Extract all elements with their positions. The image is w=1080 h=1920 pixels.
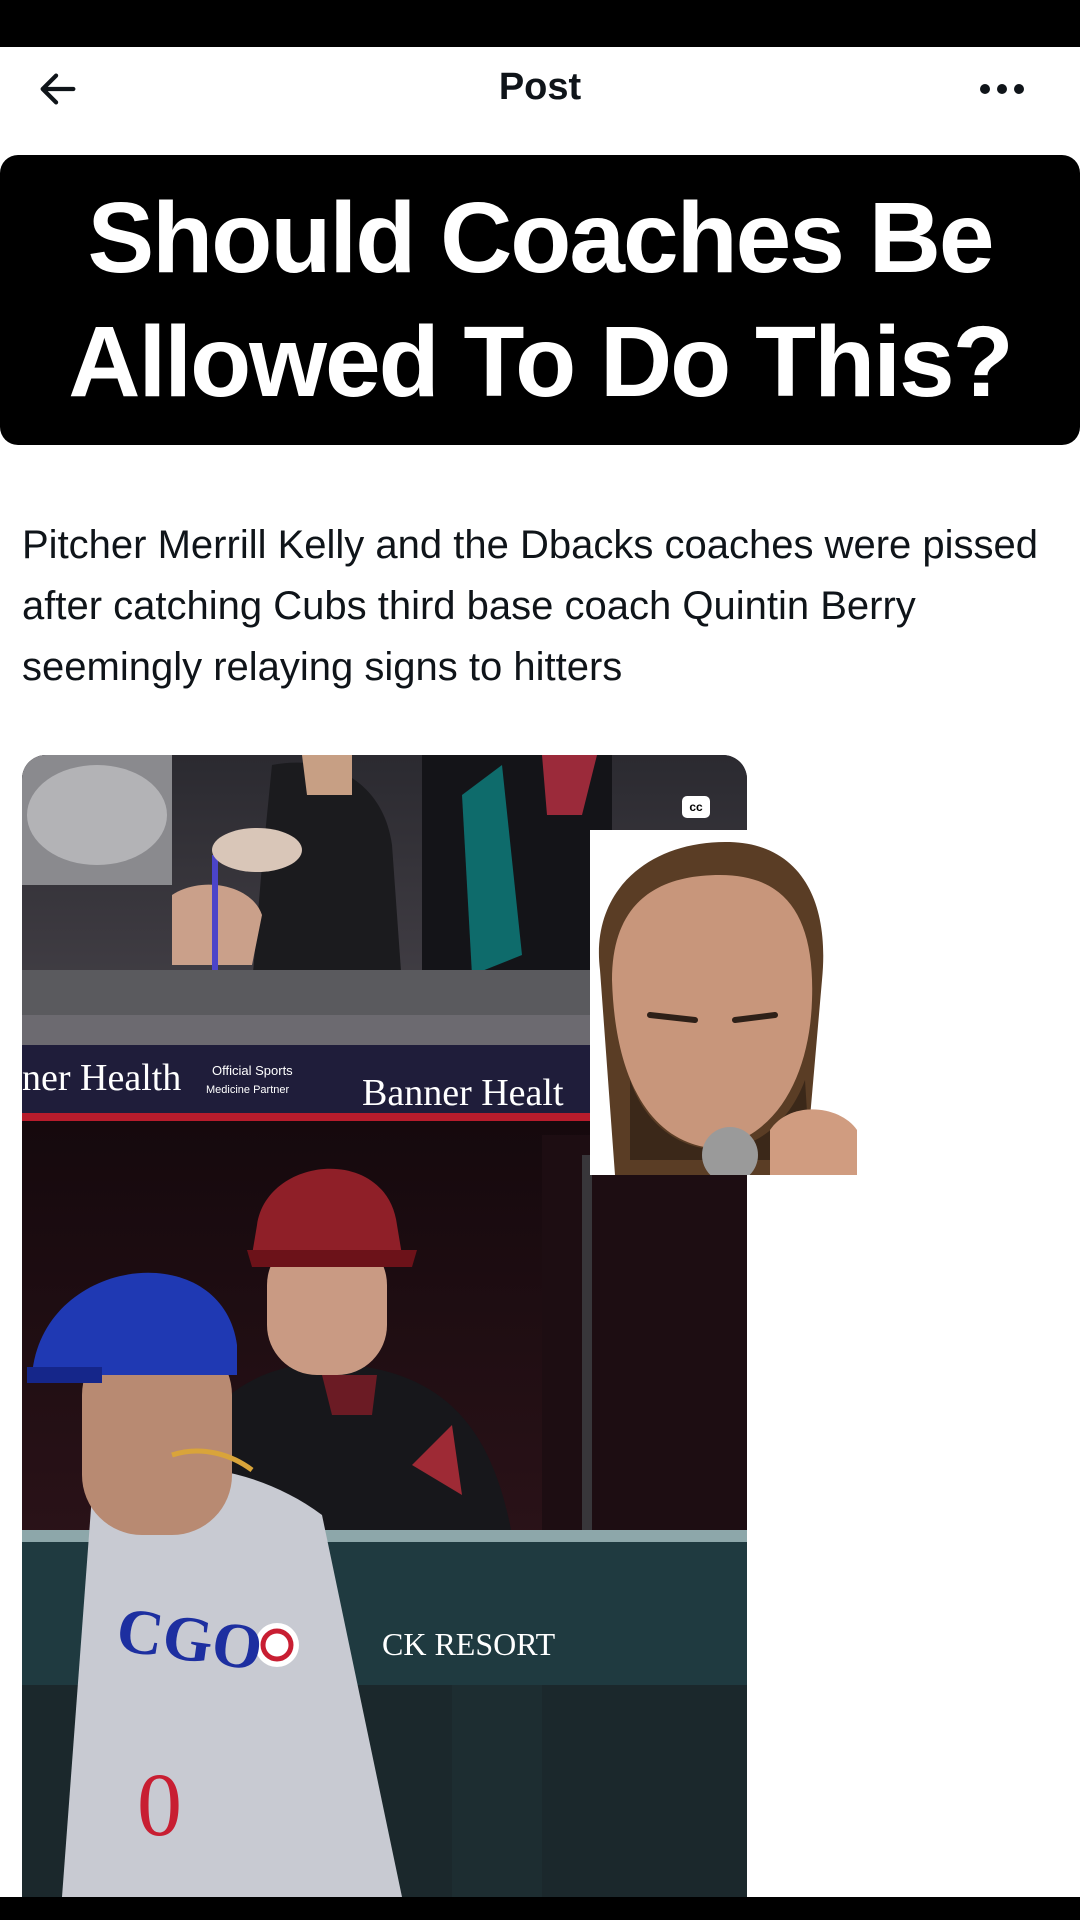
headline-line-1: Should Coaches Be [87, 182, 994, 294]
banner-text-right: Banner Healt [362, 1072, 564, 1114]
arrow-left-icon [40, 73, 76, 105]
headline-line-2: Allowed To Do This? [68, 306, 1013, 418]
post-text: Pitcher Merrill Kelly and the Dbacks coa… [22, 523, 1038, 689]
banner-small-1: Official Sports [212, 1063, 293, 1078]
facecam-overlay [590, 830, 857, 1175]
more-button[interactable] [970, 61, 1034, 117]
headline-banner: Should Coaches Be Allowed To Do This? [0, 155, 1080, 445]
facecam-person [590, 830, 857, 1175]
app-header: Post [0, 47, 1080, 127]
back-button[interactable] [30, 61, 86, 117]
status-bar [0, 0, 1080, 47]
closed-captions-button[interactable]: cc [682, 796, 710, 818]
banner-small-2: Medicine Partner [206, 1084, 289, 1096]
system-bottom-bar [0, 1897, 1080, 1920]
page-title: Post [498, 66, 582, 108]
jersey-number: 0 [137, 1756, 182, 1855]
resort-text: CK RESORT [382, 1626, 556, 1662]
banner-text-left: ner Health [22, 1057, 181, 1099]
more-horizontal-icon [980, 84, 1024, 94]
